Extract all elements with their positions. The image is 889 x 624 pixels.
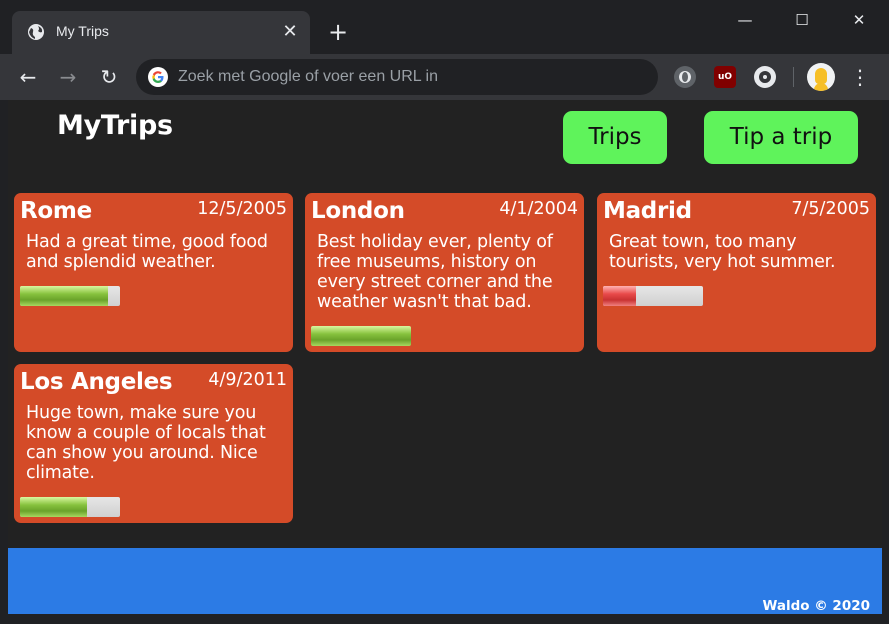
extension-refresh-icon[interactable] bbox=[754, 66, 776, 88]
trip-description: Huge town, make sure you know a couple o… bbox=[26, 403, 266, 483]
profile-avatar[interactable] bbox=[807, 63, 835, 91]
maximize-icon[interactable]: ☐ bbox=[779, 6, 825, 34]
page: MyTrips Trips Tip a trip Rome 12/5/2005 … bbox=[8, 100, 882, 614]
trip-city: Rome bbox=[20, 198, 92, 224]
extension-circle-icon[interactable] bbox=[674, 66, 696, 88]
minimize-icon[interactable]: — bbox=[722, 6, 768, 34]
trip-card[interactable]: London 4/1/2004 Best holiday ever, plent… bbox=[305, 193, 584, 352]
ublock-icon[interactable]: uO bbox=[714, 66, 736, 88]
browser-toolbar: ← → ↻ Zoek met Google of voer een URL in… bbox=[0, 54, 889, 100]
trip-date: 12/5/2005 bbox=[197, 199, 287, 219]
trip-rating-bar bbox=[20, 286, 120, 306]
trip-date: 7/5/2005 bbox=[791, 199, 870, 219]
browser-titlebar: My Trips ✕ + — ☐ ✕ bbox=[0, 0, 889, 54]
trip-description: Best holiday ever, plenty of free museum… bbox=[317, 232, 553, 312]
toolbar-separator bbox=[793, 67, 794, 87]
site-brand[interactable]: MyTrips bbox=[57, 110, 173, 141]
trip-rating-bar bbox=[20, 497, 120, 517]
trip-city: Madrid bbox=[603, 198, 692, 224]
trip-date: 4/9/2011 bbox=[208, 370, 287, 390]
browser-menu-icon[interactable]: ⋮ bbox=[850, 64, 870, 90]
omnibox-placeholder: Zoek met Google of voer een URL in bbox=[178, 68, 438, 85]
back-icon[interactable]: ← bbox=[15, 64, 41, 90]
page-footer: Waldo © 2020 bbox=[8, 548, 882, 614]
forward-icon[interactable]: → bbox=[55, 64, 81, 90]
window-close-icon[interactable]: ✕ bbox=[836, 6, 882, 34]
address-bar[interactable]: Zoek met Google of voer een URL in bbox=[136, 59, 658, 95]
footer-copyright: Waldo © 2020 bbox=[762, 598, 870, 614]
globe-icon bbox=[28, 24, 44, 40]
browser-tab[interactable]: My Trips ✕ bbox=[12, 11, 310, 54]
trip-card[interactable]: Rome 12/5/2005 Had a great time, good fo… bbox=[14, 193, 293, 352]
tab-close-icon[interactable]: ✕ bbox=[280, 21, 300, 43]
trip-description: Had a great time, good food and splendid… bbox=[26, 232, 268, 272]
nav-trips-button[interactable]: Trips bbox=[563, 111, 667, 164]
trip-description: Great town, too many tourists, very hot … bbox=[609, 232, 836, 272]
new-tab-icon[interactable]: + bbox=[326, 20, 350, 44]
nav-tip-a-trip-button[interactable]: Tip a trip bbox=[704, 111, 858, 164]
trip-rating-bar bbox=[311, 326, 411, 346]
trip-city: Los Angeles bbox=[20, 369, 173, 395]
google-icon bbox=[148, 67, 168, 87]
trip-rating-fill bbox=[603, 286, 636, 306]
trip-card[interactable]: Madrid 7/5/2005 Great town, too many tou… bbox=[597, 193, 876, 352]
trip-rating-fill bbox=[311, 326, 411, 346]
trip-rating-fill bbox=[20, 286, 108, 306]
trip-card[interactable]: Los Angeles 4/9/2011 Huge town, make sur… bbox=[14, 364, 293, 523]
tab-title: My Trips bbox=[56, 23, 109, 39]
trip-date: 4/1/2004 bbox=[499, 199, 578, 219]
trip-rating-bar bbox=[603, 286, 703, 306]
reload-icon[interactable]: ↻ bbox=[96, 64, 122, 90]
trip-city: London bbox=[311, 198, 405, 224]
trip-rating-fill bbox=[20, 497, 87, 517]
